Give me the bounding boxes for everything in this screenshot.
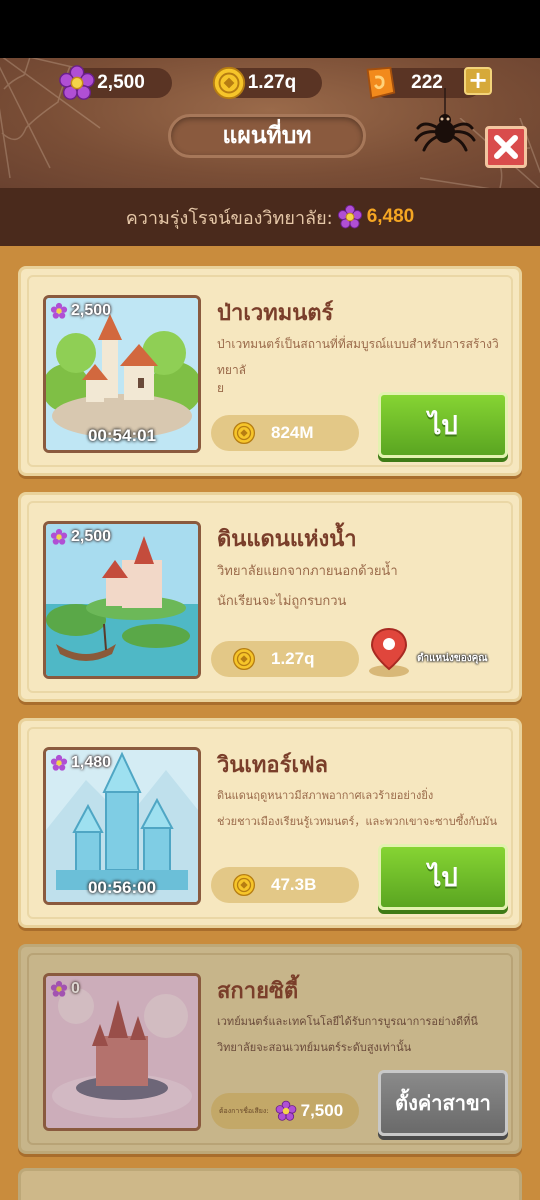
chapter-cost: 47.3B: [211, 867, 359, 903]
glory-value: 6,480: [366, 206, 415, 227]
chapter-thumbnail: 2,500 00:54:01: [43, 295, 201, 453]
status-bar: [0, 0, 540, 58]
chapter-points: 0: [50, 978, 80, 1000]
flower-currency: 2,500: [59, 65, 172, 100]
spider-icon: [414, 88, 476, 152]
glory-label: ความรุ่งโรจน์ของวิทยาลัย:: [125, 207, 333, 229]
chapter-card-winterfell: 1,480 00:56:00 วินเทอร์เฟล ดินแดนฤดูหนาว…: [18, 718, 522, 928]
chapter-cost: 824M: [211, 415, 359, 451]
college-glory-bar: ความรุ่งโรจน์ของวิทยาลัย: 6,480: [0, 188, 540, 246]
chapter-points: 2,500: [50, 526, 111, 548]
chapter-title: ดินแดนแห่งน้ำ: [217, 527, 357, 552]
orange-gem-icon: [366, 66, 396, 100]
flower-amount: 2,500: [97, 72, 145, 93]
purple-flower-icon: [50, 528, 68, 545]
purple-flower-icon: [59, 65, 95, 100]
chapter-cost: 1.27q: [211, 641, 359, 677]
chapter-card-water-land: 2,500 ดินแดนแห่งน้ำ วิทยาลัยแยกจากภายนอก…: [18, 492, 522, 702]
requirement-value: 7,500: [300, 1101, 344, 1120]
chapter-card-sky-city: 0 สกายซิตี้ เวทย์มนตร์และเทคโนโลยีได้รับ…: [18, 944, 522, 1154]
location-pin-icon: [369, 627, 409, 677]
purple-flower-icon: [275, 1100, 296, 1121]
purple-flower-icon: [50, 754, 68, 771]
chapter-title: ป่าเวทมนตร์: [217, 301, 334, 326]
chapter-thumbnail: 0: [43, 973, 201, 1131]
chapter-timer: 00:56:00: [87, 878, 157, 897]
close-icon: [494, 135, 518, 159]
chapter-thumbnail: 2,500: [43, 521, 201, 679]
chapter-thumbnail: 1,480 00:56:00: [43, 747, 201, 905]
chapter-description: วิทยาลัยแยกจากภายนอกด้วยน้ำ นักเรียนจะไม…: [217, 564, 398, 609]
coin-currency: 1.27q: [212, 66, 322, 100]
chapter-points: 1,480: [50, 752, 111, 774]
chapter-description: เวทย์มนตร์และเทคโนโลยีได้รับการบูรณาการอ…: [217, 1015, 478, 1054]
gold-coin-icon: [212, 66, 246, 100]
gold-coin-icon: [232, 873, 256, 897]
chapter-card-magic-forest: 2,500 00:54:01 ป่าเวทมนตร์ ป่าเวทมนตร์เป…: [18, 266, 522, 476]
chapter-description: ดินแดนฤดูหนาวมีสภาพอากาศเลวร้ายอย่างยิ่ง…: [217, 789, 497, 828]
purple-flower-icon: [50, 302, 68, 319]
chapter-points: 2,500: [50, 300, 111, 322]
chapter-timer: 00:54:01: [87, 426, 157, 445]
gold-coin-icon: [232, 647, 256, 671]
close-button[interactable]: [485, 126, 527, 168]
gold-coin-icon: [232, 421, 256, 445]
header: 2,500 1.27q 222 + แผนที่บท: [0, 58, 540, 188]
chapter-description: ป่าเวทมนตร์เป็นสถานที่ที่สมบูรณ์แบบสำหรั…: [217, 337, 499, 395]
chapter-card-next-partial: [18, 1168, 522, 1200]
requirement-label: ต้องการชื่อเสียง:: [219, 1106, 269, 1115]
set-up-branch-button[interactable]: ตั้งค่าสาขา: [378, 1070, 508, 1136]
purple-flower-icon: [50, 980, 68, 997]
chapter-title: สกายซิตี้: [217, 979, 299, 1004]
chapter-title: วินเทอร์เฟล: [217, 753, 329, 778]
reputation-requirement: ต้องการชื่อเสียง: 7,500: [211, 1093, 359, 1129]
go-button[interactable]: ไป: [378, 844, 508, 910]
go-button[interactable]: ไป: [378, 392, 508, 458]
coin-amount: 1.27q: [247, 72, 297, 93]
page-title: แผนที่บท: [168, 114, 366, 158]
current-location-label: ตำแหน่งของคุณ: [417, 653, 488, 664]
purple-flower-icon: [337, 204, 362, 229]
